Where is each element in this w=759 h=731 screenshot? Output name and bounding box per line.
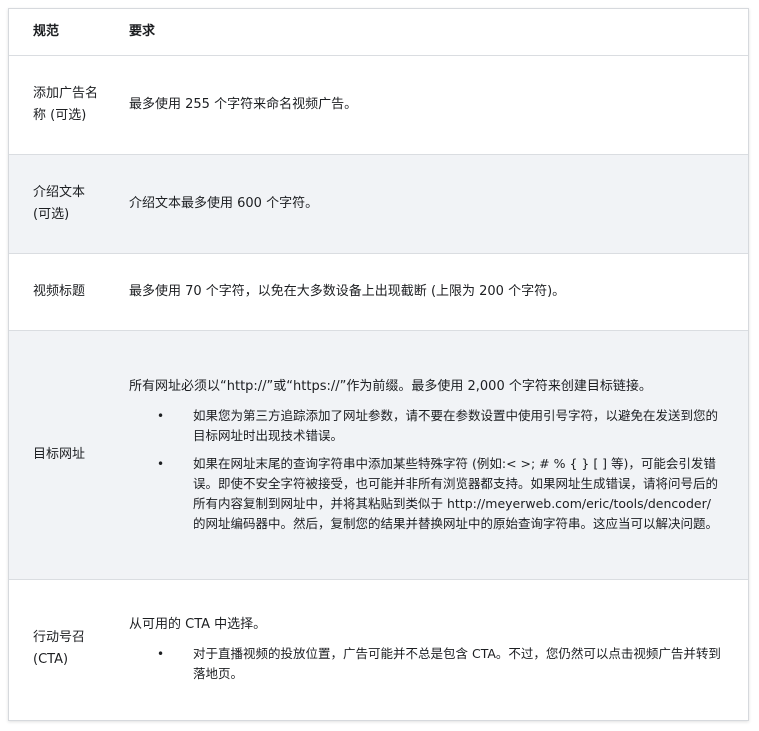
bullet-icon: •	[157, 647, 165, 662]
column-header-requirement: 要求	[115, 9, 748, 56]
list-item: • 如果在网址末尾的查询字符串中添加某些特殊字符 (例如:< >; # % { …	[157, 454, 724, 534]
row-requirement-cell: 所有网址必须以“http://”或“https://”作为前缀。最多使用 2,0…	[115, 330, 748, 580]
row-requirement: 最多使用 70 个字符，以免在大多数设备上出现截断 (上限为 200 个字符)。	[115, 253, 748, 331]
row-label: 视频标题	[9, 253, 115, 331]
table-header-row: 规范 要求	[9, 9, 748, 56]
bullet-list: • 如果您为第三方追踪添加了网址参数，请不要在参数设置中使用引号字符，以避免在发…	[129, 406, 724, 534]
row-requirement-cell: 从可用的 CTA 中选择。 • 对于直播视频的投放位置，广告可能并不总是包含 C…	[115, 580, 748, 719]
table-row: 添加广告名称 (可选) 最多使用 255 个字符来命名视频广告。	[9, 55, 748, 155]
spec-table: 规范 要求 添加广告名称 (可选) 最多使用 255 个字符来命名视频广告。 介…	[9, 9, 748, 719]
bullet-icon: •	[157, 457, 165, 471]
list-item-text: 如果在网址末尾的查询字符串中添加某些特殊字符 (例如:< >; # % { } …	[193, 456, 719, 531]
list-item-text: 如果您为第三方追踪添加了网址参数，请不要在参数设置中使用引号字符，以避免在发送到…	[193, 408, 719, 443]
list-item-text: 对于直播视频的投放位置，广告可能并不总是包含 CTA。不过，您仍然可以点击视频广…	[193, 646, 721, 682]
table-row: 介绍文本 (可选) 介绍文本最多使用 600 个字符。	[9, 154, 748, 254]
table-row: 视频标题 最多使用 70 个字符，以免在大多数设备上出现截断 (上限为 200 …	[9, 253, 748, 331]
column-header-spec: 规范	[9, 9, 115, 56]
row-label: 目标网址	[9, 330, 115, 580]
row-requirement: 所有网址必须以“http://”或“https://”作为前缀。最多使用 2,0…	[129, 379, 652, 394]
row-label: 行动号召 (CTA)	[33, 630, 86, 668]
table-row: 行动号召 (CTA) 从可用的 CTA 中选择。 • 对于直播视频的投放位置，广…	[9, 580, 748, 719]
spec-table-card: 规范 要求 添加广告名称 (可选) 最多使用 255 个字符来命名视频广告。 介…	[8, 8, 749, 721]
list-item: • 对于直播视频的投放位置，广告可能并不总是包含 CTA。不过，您仍然可以点击视…	[157, 644, 724, 684]
row-requirement: 最多使用 255 个字符来命名视频广告。	[115, 55, 748, 155]
row-requirement: 从可用的 CTA 中选择。	[129, 617, 267, 633]
bullet-icon: •	[157, 409, 165, 423]
table-row: 目标网址 所有网址必须以“http://”或“https://”作为前缀。最多使…	[9, 330, 748, 580]
bullet-list: • 对于直播视频的投放位置，广告可能并不总是包含 CTA。不过，您仍然可以点击视…	[129, 644, 724, 684]
list-item: • 如果您为第三方追踪添加了网址参数，请不要在参数设置中使用引号字符，以避免在发…	[157, 406, 724, 446]
row-label: 介绍文本 (可选)	[9, 154, 115, 254]
row-requirement: 介绍文本最多使用 600 个字符。	[115, 154, 748, 254]
row-label: 添加广告名称 (可选)	[9, 55, 115, 155]
